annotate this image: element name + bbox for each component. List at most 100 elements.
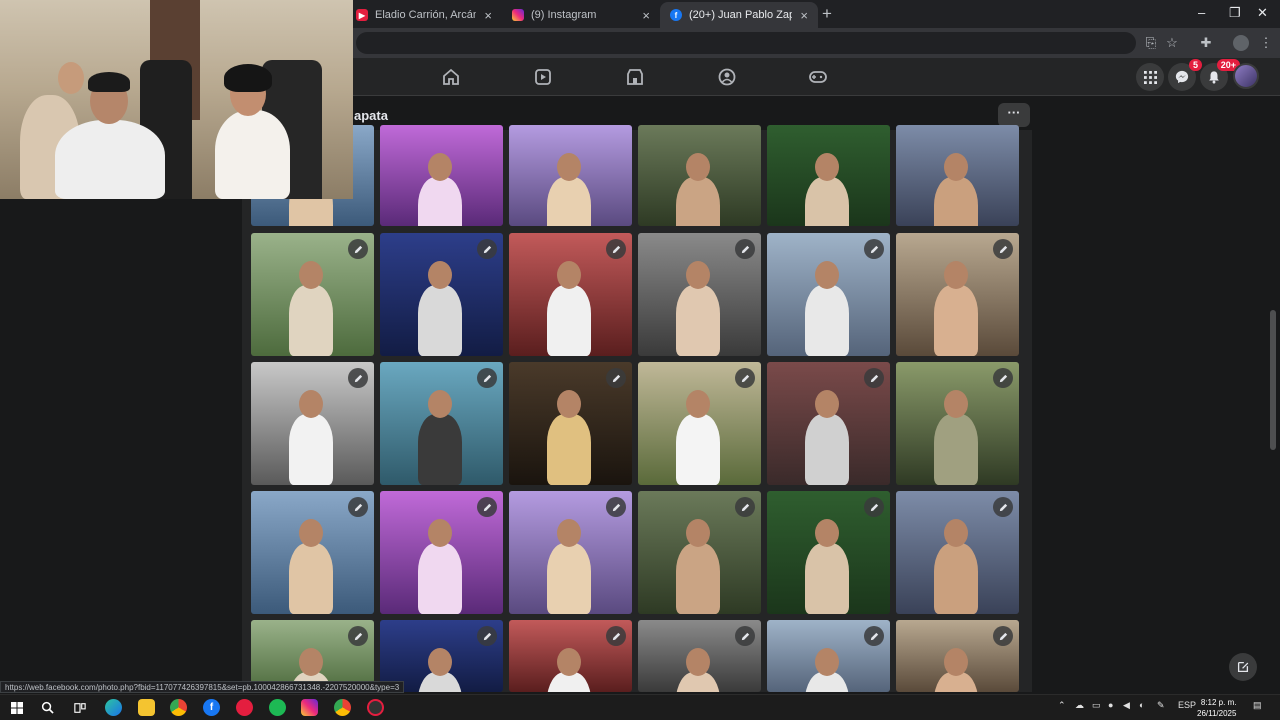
- edge-icon[interactable]: [105, 699, 122, 716]
- install-app-icon[interactable]: ⎘: [1143, 35, 1159, 51]
- edit-pencil-icon[interactable]: [477, 239, 497, 259]
- photo-thumbnail[interactable]: [638, 362, 761, 485]
- photo-thumbnail[interactable]: [251, 491, 374, 614]
- microphone-icon[interactable]: ●: [1108, 700, 1113, 710]
- home-icon[interactable]: [441, 67, 461, 87]
- photo-thumbnail[interactable]: [380, 233, 503, 356]
- photo-thumbnail[interactable]: [767, 620, 890, 692]
- edit-pencil-icon[interactable]: [864, 626, 884, 646]
- edit-pencil-icon[interactable]: [606, 626, 626, 646]
- windows-start-icon[interactable]: [8, 699, 25, 716]
- restore-button[interactable]: ❐: [1229, 5, 1241, 21]
- battery-icon[interactable]: ▭: [1092, 700, 1101, 711]
- close-tab-icon[interactable]: ×: [642, 8, 650, 23]
- photo-thumbnail[interactable]: [767, 491, 890, 614]
- photo-thumbnail[interactable]: [896, 125, 1019, 226]
- notification-center-icon[interactable]: ▤: [1253, 700, 1262, 711]
- photo-thumbnail[interactable]: [896, 491, 1019, 614]
- edit-pencil-icon[interactable]: [993, 368, 1013, 388]
- onedrive-icon[interactable]: ☁: [1075, 700, 1084, 711]
- clock[interactable]: 8:12 p. m. 26/11/2025: [1197, 697, 1236, 719]
- photo-thumbnail[interactable]: [509, 125, 632, 226]
- photo-thumbnail[interactable]: [509, 620, 632, 692]
- new-tab-button[interactable]: +: [822, 4, 832, 24]
- photo-thumbnail[interactable]: [638, 620, 761, 692]
- edit-pencil-icon[interactable]: [348, 239, 368, 259]
- groups-icon[interactable]: [717, 67, 737, 87]
- photo-thumbnail[interactable]: [251, 362, 374, 485]
- network-icon[interactable]: ◐: [1139, 700, 1144, 710]
- edit-pencil-icon[interactable]: [735, 239, 755, 259]
- edit-pencil-icon[interactable]: [348, 368, 368, 388]
- photo-thumbnail[interactable]: [380, 125, 503, 226]
- close-window-button[interactable]: ✕: [1257, 5, 1268, 21]
- edit-pencil-icon[interactable]: [606, 239, 626, 259]
- edit-pencil-icon[interactable]: [477, 497, 497, 517]
- photo-thumbnail[interactable]: [509, 233, 632, 356]
- chrome-icon[interactable]: [170, 699, 187, 716]
- edit-pencil-icon[interactable]: [735, 626, 755, 646]
- tab-youtube[interactable]: ▶ Eladio Carrión, Arcángel - Vida ×: [346, 2, 502, 28]
- search-icon[interactable]: [39, 699, 56, 716]
- edit-pencil-icon[interactable]: [348, 626, 368, 646]
- photo-thumbnail[interactable]: [638, 491, 761, 614]
- file-explorer-icon[interactable]: [138, 699, 155, 716]
- page-scrollbar[interactable]: [1270, 310, 1276, 450]
- edit-pencil-icon[interactable]: [864, 368, 884, 388]
- edit-pencil-icon[interactable]: [993, 497, 1013, 517]
- more-options-button[interactable]: ···: [998, 103, 1030, 127]
- app-circle-icon[interactable]: [367, 699, 384, 716]
- edit-pencil-icon[interactable]: [477, 626, 497, 646]
- edit-pencil-icon[interactable]: [348, 497, 368, 517]
- language-indicator[interactable]: ESP: [1178, 700, 1196, 710]
- photo-thumbnail[interactable]: [638, 125, 761, 226]
- photo-thumbnail[interactable]: [509, 491, 632, 614]
- photo-thumbnail[interactable]: [509, 362, 632, 485]
- address-bar[interactable]: [356, 32, 1136, 54]
- close-tab-icon[interactable]: ×: [484, 8, 492, 23]
- chevron-up-icon[interactable]: ⌃: [1058, 700, 1066, 711]
- edit-pencil-icon[interactable]: [606, 368, 626, 388]
- photo-thumbnail[interactable]: [638, 233, 761, 356]
- photo-thumbnail[interactable]: [767, 233, 890, 356]
- photo-thumbnail[interactable]: [251, 233, 374, 356]
- edit-pencil-icon[interactable]: [993, 626, 1013, 646]
- photo-thumbnail[interactable]: [767, 125, 890, 226]
- photo-thumbnail[interactable]: [896, 362, 1019, 485]
- new-message-button[interactable]: [1229, 653, 1257, 681]
- menu-kebab-icon[interactable]: ⋮: [1258, 35, 1274, 51]
- edit-pencil-icon[interactable]: [993, 239, 1013, 259]
- account-avatar[interactable]: [1233, 63, 1259, 89]
- menu-grid-button[interactable]: [1136, 63, 1164, 91]
- chrome-profile-icon[interactable]: [334, 699, 351, 716]
- facebook-app-icon[interactable]: f: [203, 699, 220, 716]
- profile-icon[interactable]: [1233, 35, 1249, 51]
- messenger-button[interactable]: 5: [1168, 59, 1202, 91]
- bookmark-star-icon[interactable]: ☆: [1164, 35, 1180, 51]
- minimize-button[interactable]: –: [1198, 5, 1205, 20]
- edit-pencil-icon[interactable]: [735, 368, 755, 388]
- photo-thumbnail[interactable]: [896, 233, 1019, 356]
- notifications-button[interactable]: 20+: [1200, 59, 1240, 91]
- photo-thumbnail[interactable]: [380, 491, 503, 614]
- tab-facebook[interactable]: f (20+) Juan Pablo Zapata | Faceb ×: [660, 2, 818, 28]
- photo-thumbnail[interactable]: [380, 362, 503, 485]
- task-view-icon[interactable]: [71, 699, 88, 716]
- edit-pencil-icon[interactable]: [864, 497, 884, 517]
- instagram-app-icon[interactable]: [301, 699, 318, 716]
- edit-pencil-icon[interactable]: [864, 239, 884, 259]
- app-red-icon[interactable]: [236, 699, 253, 716]
- gaming-icon[interactable]: [808, 67, 828, 87]
- extensions-icon[interactable]: ✚: [1198, 35, 1214, 51]
- close-tab-icon[interactable]: ×: [800, 8, 808, 23]
- volume-icon[interactable]: ◀: [1123, 700, 1130, 711]
- video-icon[interactable]: [533, 67, 553, 87]
- photo-thumbnail[interactable]: [767, 362, 890, 485]
- photo-thumbnail[interactable]: [896, 620, 1019, 692]
- edit-pencil-icon[interactable]: [477, 368, 497, 388]
- edit-pencil-icon[interactable]: [606, 497, 626, 517]
- tab-instagram[interactable]: (9) Instagram ×: [502, 2, 660, 28]
- spotify-icon[interactable]: [269, 699, 286, 716]
- pen-icon[interactable]: ✎: [1157, 700, 1165, 711]
- marketplace-icon[interactable]: [625, 67, 645, 87]
